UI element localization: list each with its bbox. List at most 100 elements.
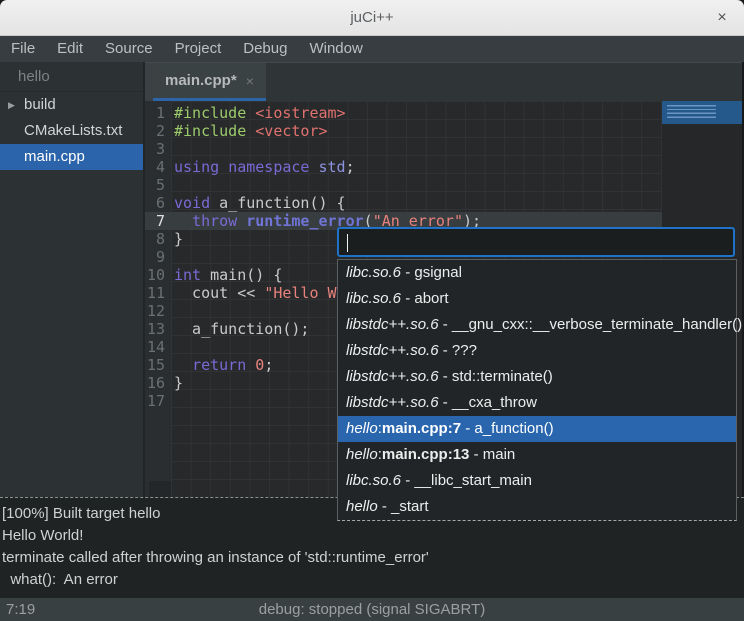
code-token <box>219 158 228 176</box>
code-token <box>174 212 192 230</box>
close-window-icon[interactable]: × <box>712 8 732 28</box>
line-number: 6 <box>145 194 165 212</box>
gutter-corner <box>149 481 171 498</box>
code-token: <iostream> <box>255 104 345 122</box>
code-token: } <box>174 230 183 248</box>
menu-window[interactable]: Window <box>298 36 373 62</box>
code-token: return <box>192 356 246 374</box>
line-number: 17 <box>145 392 165 410</box>
code-token: } <box>174 374 183 392</box>
line-number: 4 <box>145 158 165 176</box>
line-number: 5 <box>145 176 165 194</box>
code-token: <vector> <box>255 122 327 140</box>
backtrace-segment: - __libc_start_main <box>401 472 532 489</box>
code-token <box>309 158 318 176</box>
debug-tooltip <box>662 101 742 124</box>
code-token: ; <box>264 356 273 374</box>
line-number: 8 <box>145 230 165 248</box>
line-number: 13 <box>145 320 165 338</box>
code-line: #include <iostream> <box>174 104 481 122</box>
backtrace-popup: libc.so.6 - gsignallibc.so.6 - abortlibs… <box>337 227 737 521</box>
sidebar-item-label: CMakeLists.txt <box>24 122 122 139</box>
backtrace-item[interactable]: hello:main.cpp:7 - a_function() <box>338 416 736 442</box>
titlebar[interactable]: juCi++ × <box>0 0 744 36</box>
menu-file[interactable]: File <box>0 36 46 62</box>
backtrace-item[interactable]: libc.so.6 - abort <box>338 286 736 312</box>
output-line: terminate called after throwing an insta… <box>2 547 744 569</box>
backtrace-item[interactable]: hello:main.cpp:13 - main <box>338 442 736 468</box>
code-token: #include <box>174 122 255 140</box>
menubar: FileEditSourceProjectDebugWindow <box>0 36 744 62</box>
backtrace-segment: - __cxa_throw <box>439 394 537 411</box>
backtrace-segment: - a_function() <box>461 420 554 437</box>
code-token: "Hello W <box>264 284 336 302</box>
text-caret <box>347 234 348 252</box>
code-token: int <box>174 266 201 284</box>
project-name-header: hello <box>0 62 143 92</box>
backtrace-segment: libc.so.6 <box>346 472 401 489</box>
sidebar-item-main-cpp[interactable]: main.cpp <box>0 144 143 170</box>
sidebar-item-label: main.cpp <box>24 148 85 165</box>
menu-project[interactable]: Project <box>164 36 233 62</box>
backtrace-segment: libstdc++.so.6 <box>346 342 439 359</box>
code-token: a_function(); <box>174 320 309 338</box>
backtrace-item[interactable]: hello - _start <box>338 494 736 520</box>
tab-main-cpp[interactable]: main.cpp* × <box>153 63 266 101</box>
backtrace-segment: - abort <box>401 290 449 307</box>
code-token: cout << <box>174 284 264 302</box>
backtrace-segment: - __gnu_cxx::__verbose_terminate_handler… <box>439 316 743 333</box>
line-number: 9 <box>145 248 165 266</box>
backtrace-segment: libstdc++.so.6 <box>346 368 439 385</box>
backtrace-segment: main.cpp:7 <box>382 420 461 437</box>
line-number: 2 <box>145 122 165 140</box>
backtrace-segment: hello <box>346 498 378 515</box>
status-bar: 7:19 debug: stopped (signal SIGABRT) <box>0 598 744 621</box>
juci-window: juCi++ × FileEditSourceProjectDebugWindo… <box>0 0 744 621</box>
output-line: Hello World! <box>2 525 744 547</box>
backtrace-segment: hello <box>346 420 378 437</box>
backtrace-segment: libstdc++.so.6 <box>346 316 439 333</box>
backtrace-item[interactable]: libc.so.6 - gsignal <box>338 260 736 286</box>
sidebar-item-build[interactable]: ▶build <box>0 92 143 118</box>
code-token: throw <box>192 212 237 230</box>
tab-label: main.cpp* <box>165 72 237 89</box>
backtrace-segment: - _start <box>378 498 429 515</box>
code-token <box>237 212 246 230</box>
line-numbers: 1234567891011121314151617 <box>145 104 165 410</box>
window-title: juCi++ <box>350 9 393 26</box>
backtrace-segment: libstdc++.so.6 <box>346 394 439 411</box>
backtrace-item[interactable]: libstdc++.so.6 - __gnu_cxx::__verbose_te… <box>338 312 736 338</box>
code-token <box>174 356 192 374</box>
line-number: 3 <box>145 140 165 158</box>
backtrace-item[interactable]: libc.so.6 - __libc_start_main <box>338 468 736 494</box>
backtrace-item[interactable]: libstdc++.so.6 - std::terminate() <box>338 364 736 390</box>
line-number: 10 <box>145 266 165 284</box>
backtrace-segment: - std::terminate() <box>439 368 553 385</box>
project-sidebar: hello ▶build CMakeLists.txt main.cpp <box>0 62 145 497</box>
tab-close-icon[interactable]: × <box>246 73 254 89</box>
backtrace-segment: - ??? <box>439 342 477 359</box>
line-number: 12 <box>145 302 165 320</box>
sidebar-item-cmakelists-txt[interactable]: CMakeLists.txt <box>0 118 143 144</box>
backtrace-segment: libc.so.6 <box>346 264 401 281</box>
expander-arrow-icon[interactable]: ▶ <box>8 92 15 118</box>
backtrace-segment: - gsignal <box>401 264 462 281</box>
menu-debug[interactable]: Debug <box>232 36 298 62</box>
menu-edit[interactable]: Edit <box>46 36 94 62</box>
backtrace-segment: hello <box>346 446 378 463</box>
line-number: 11 <box>145 284 165 302</box>
backtrace-item[interactable]: libstdc++.so.6 - ??? <box>338 338 736 364</box>
code-line: using namespace std; <box>174 158 481 176</box>
line-number: 16 <box>145 374 165 392</box>
backtrace-item[interactable]: libstdc++.so.6 - __cxa_throw <box>338 390 736 416</box>
menu-source[interactable]: Source <box>94 36 164 62</box>
backtrace-search-input[interactable] <box>337 227 735 257</box>
code-token: namespace <box>228 158 309 176</box>
code-token: a_function() { <box>210 194 345 212</box>
line-number: 14 <box>145 338 165 356</box>
output-line: what(): An error <box>2 569 744 591</box>
line-number: 15 <box>145 356 165 374</box>
backtrace-segment: main.cpp:13 <box>382 446 470 463</box>
code-token: using <box>174 158 219 176</box>
code-token <box>246 356 255 374</box>
